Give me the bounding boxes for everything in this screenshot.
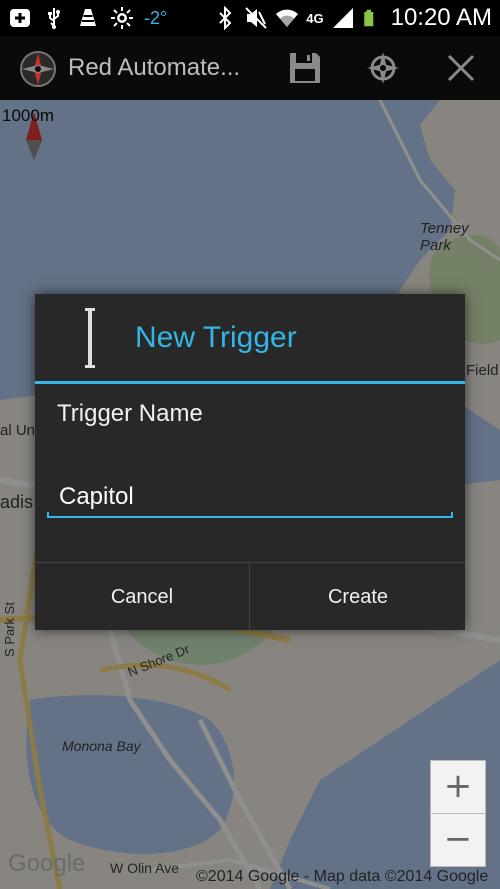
battery-icon [363,9,373,27]
dialog-button-bar: Cancel Create [35,562,465,631]
signal-icon [332,8,353,28]
locate-icon[interactable] [365,50,401,86]
zoom-out-button[interactable]: − [430,813,486,867]
wifi-icon [276,9,299,27]
network-type-text: 4G [306,10,324,26]
create-button[interactable]: Create [251,563,465,631]
clock-text: 10:20 AM [390,4,492,31]
close-icon[interactable] [443,50,479,86]
trigger-name-input[interactable] [47,478,453,516]
brightness-icon [111,7,133,29]
action-bar: Red Automate... [0,36,500,100]
add-icon [10,9,30,27]
dialog-divider [35,381,465,384]
zoom-in-button[interactable]: + [430,760,486,814]
button-divider [249,563,250,631]
temperature-text: -2° [144,7,168,28]
vlc-cone-icon [80,9,96,26]
google-logo: Google [8,850,86,877]
mute-icon [245,7,267,29]
new-trigger-dialog: New Trigger Trigger Name Cancel Create [35,294,465,631]
trigger-name-label: Trigger Name [57,400,203,427]
usb-icon [48,8,60,29]
map-attribution: ©2014 Google - Map data ©2014 Google [196,868,489,885]
bluetooth-icon [219,6,232,30]
app-title: Red Automate... [68,54,241,81]
compass-icon[interactable] [18,49,58,89]
dialog-title: New Trigger [135,321,297,354]
input-underline [47,512,453,518]
dialog-header: New Trigger [35,294,465,382]
status-bar: -2° 4G 10:20 AM [0,0,500,36]
save-icon[interactable] [287,50,323,86]
text-cursor-icon [85,308,95,368]
cancel-button[interactable]: Cancel [35,563,249,631]
